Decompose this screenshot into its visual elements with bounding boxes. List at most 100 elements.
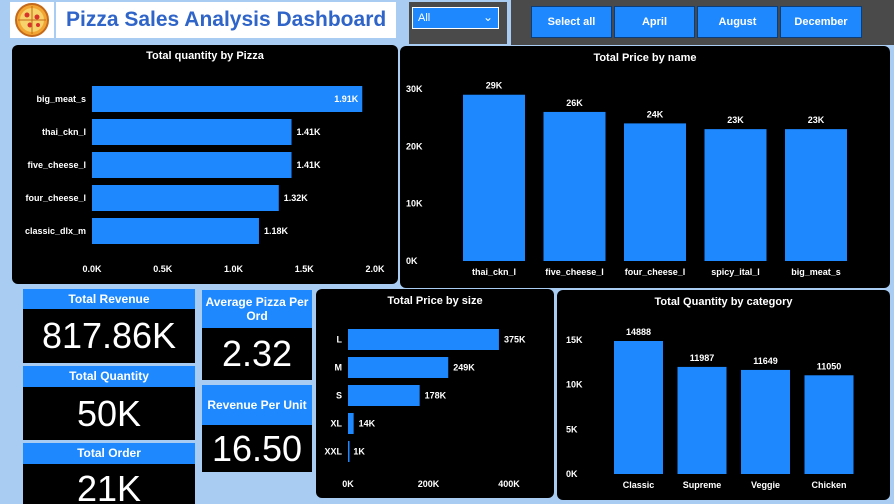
data-label: 29K — [486, 81, 503, 91]
category-label: Supreme — [683, 480, 722, 490]
x-tick-label: 0.0K — [82, 264, 102, 274]
revenue-per-unit-label: Revenue Per Unit — [202, 385, 312, 425]
month-slicer: Select all April August December — [511, 0, 894, 45]
data-label: 1.91K — [334, 94, 359, 104]
data-label: 11649 — [753, 356, 778, 366]
data-label: 1.18K — [264, 226, 289, 236]
data-label: 24K — [647, 109, 664, 119]
total-quantity-value: 50K — [23, 387, 195, 440]
price-by-size-panel: Total Price by size 0K 200K 400K L 375K M 249K… — [316, 289, 554, 498]
category-label: M — [335, 363, 343, 373]
august-button[interactable]: August — [697, 6, 778, 38]
data-label: 1.41K — [297, 127, 322, 137]
x-tick-label: 0K — [342, 479, 354, 489]
data-label: 178K — [425, 391, 447, 401]
category-label: big_meat_s — [36, 94, 86, 104]
filter-panel: All ⌄ — [409, 2, 507, 44]
category-label: four_cheese_l — [25, 193, 86, 203]
data-label: 249K — [453, 363, 475, 373]
category-label: XL — [330, 419, 342, 429]
category-label: classic_dlx_m — [25, 226, 86, 236]
pizza-icon — [15, 3, 49, 37]
category-label: S — [336, 391, 342, 401]
x-tick-label: 200K — [418, 479, 440, 489]
bar — [348, 357, 449, 378]
x-tick-label: 400K — [498, 479, 520, 489]
total-order-value: 21K — [23, 464, 195, 504]
category-label: four_cheese_l — [625, 267, 686, 277]
bar — [543, 111, 606, 261]
price-by-name-panel: Total Price by name 0K 10K 20K 30K 29K thai_c… — [400, 46, 890, 288]
avg-pizza-label: Average Pizza Per Ord — [202, 290, 312, 328]
price-by-name-chart: 0K 10K 20K 30K 29K thai_ckn_l 26K five_cheese_l… — [406, 81, 847, 277]
data-label: 375K — [504, 335, 526, 345]
dropdown-value: All — [418, 12, 431, 24]
total-revenue-value: 817.86K — [23, 309, 195, 363]
qty-by-category-panel: Total Quantity by category 0K 5K 10K 15K 148… — [557, 290, 890, 500]
x-tick-label: 2.0K — [365, 264, 385, 274]
y-tick-label: 0K — [406, 256, 418, 266]
qty-by-pizza-panel: Total quantity by Pizza 0.0K 0.5K 1.0K 1.5K… — [12, 45, 398, 284]
data-label: 23K — [808, 115, 825, 125]
y-tick-label: 0K — [566, 469, 578, 479]
y-tick-label: 10K — [406, 199, 423, 209]
select-all-button[interactable]: Select all — [531, 6, 612, 38]
pizza-logo — [10, 2, 54, 38]
bar — [463, 94, 525, 261]
bar — [614, 341, 663, 474]
data-label: 1.41K — [297, 160, 322, 170]
qty-by-pizza-chart: 0.0K 0.5K 1.0K 1.5K 2.0K big_meat_s 1.91K thai_… — [25, 86, 385, 274]
category-label: XXL — [324, 447, 342, 457]
bar — [348, 385, 420, 406]
bar — [92, 119, 292, 145]
avg-pizza-value: 2.32 — [202, 328, 312, 380]
bar — [92, 185, 279, 211]
bar — [785, 129, 847, 261]
data-label: 14888 — [626, 327, 651, 337]
category-label: thai_ckn_l — [42, 127, 86, 137]
x-tick-label: 1.0K — [224, 264, 244, 274]
category-label: five_cheese_l — [27, 160, 86, 170]
total-quantity-label: Total Quantity — [23, 366, 195, 387]
data-label: 23K — [727, 115, 744, 125]
bar — [92, 218, 259, 244]
x-tick-label: 1.5K — [295, 264, 315, 274]
bar — [348, 329, 499, 350]
category-label: thai_ckn_l — [472, 267, 516, 277]
title-box: Pizza Sales Analysis Dashboard — [56, 2, 396, 38]
data-label: 1.32K — [284, 193, 309, 203]
bar — [92, 86, 363, 112]
total-order-label: Total Order — [23, 443, 195, 464]
qty-by-category-chart: 0K 5K 10K 15K 14888 Classic 11987 Supreme 11649 V… — [566, 327, 854, 490]
y-tick-label: 5K — [566, 424, 578, 434]
category-label: big_meat_s — [791, 267, 841, 277]
y-tick-label: 15K — [566, 335, 583, 345]
y-tick-label: 20K — [406, 141, 423, 151]
data-label: 1K — [353, 447, 365, 457]
data-label: 14K — [359, 419, 376, 429]
page-title: Pizza Sales Analysis Dashboard — [66, 8, 387, 31]
bar — [348, 413, 354, 434]
category-label: spicy_ital_l — [711, 267, 760, 277]
category-label: five_cheese_l — [545, 267, 604, 277]
bar — [704, 129, 767, 261]
month-dropdown[interactable]: All ⌄ — [412, 7, 499, 29]
data-label: 11050 — [817, 361, 842, 371]
bar — [741, 369, 790, 474]
april-button[interactable]: April — [614, 6, 695, 38]
category-label: Chicken — [811, 480, 846, 490]
category-label: L — [337, 335, 343, 345]
category-label: Classic — [623, 480, 655, 490]
bar — [804, 375, 854, 474]
december-button[interactable]: December — [780, 6, 862, 38]
bar — [677, 366, 727, 474]
x-tick-label: 0.5K — [153, 264, 173, 274]
data-label: 26K — [566, 98, 583, 108]
chevron-down-icon[interactable]: ⌄ — [483, 10, 493, 24]
bar — [624, 123, 686, 262]
price-by-size-chart: 0K 200K 400K L 375K M 249K S 178K XL 14K XXL 1K — [324, 329, 526, 489]
y-tick-label: 10K — [566, 380, 583, 390]
bar — [92, 152, 292, 178]
bar — [348, 441, 350, 462]
category-label: Veggie — [751, 480, 780, 490]
